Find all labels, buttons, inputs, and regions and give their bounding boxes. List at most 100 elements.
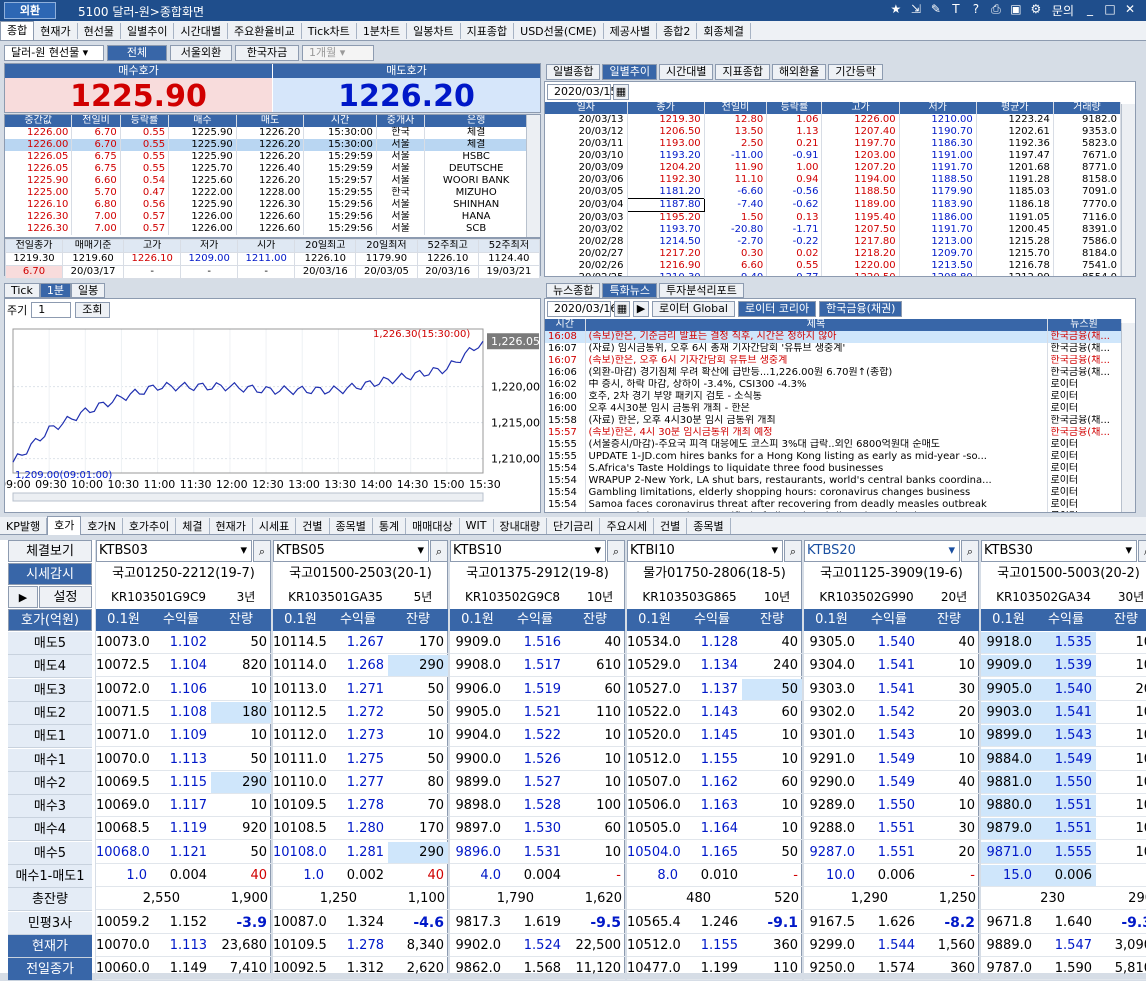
table-row[interactable]: 20/03/09 1204.20 11.90 1.00 1207.20 1191.70 12… xyxy=(545,162,1122,174)
tab-main-6[interactable]: Tick차트 xyxy=(302,22,357,39)
news-source-0[interactable]: 로이터 Global xyxy=(652,301,735,317)
tab-bottom-9[interactable]: 통계 xyxy=(373,517,407,534)
table-row[interactable]: 20/03/05 1181.20 -6.60 -0.56 1188.50 1179.90 1… xyxy=(545,186,1122,199)
news-scrollbar[interactable] xyxy=(1121,323,1135,512)
search-icon[interactable]: ⌕ xyxy=(1138,540,1146,562)
tab-bottom-0[interactable]: KP발행 xyxy=(0,517,48,534)
tab-daily-4[interactable]: 해외환율 xyxy=(771,64,827,80)
tab-bottom-12[interactable]: 장내대량 xyxy=(494,517,547,534)
bond-code-select[interactable]: KTBS20 ▾ xyxy=(804,540,960,562)
calendar-icon[interactable]: ▦ xyxy=(614,301,630,317)
maximize-icon[interactable]: □ xyxy=(1102,2,1118,19)
next-icon[interactable]: ▶ xyxy=(633,301,649,317)
tab-main-2[interactable]: 현선물 xyxy=(78,22,121,39)
inquiry-link[interactable]: 문의 xyxy=(1048,2,1078,19)
news-row[interactable]: 16:08 (속보)한은, 기준금리 발표는 결정 직후, 시간은 정하지 않아 한… xyxy=(545,331,1122,343)
tab-bottom-6[interactable]: 시세표 xyxy=(253,517,297,534)
news-row[interactable]: 16:00 호주, 2차 경기 부양 패키지 검토 - 소식통 로이터 xyxy=(545,391,1122,403)
tab-main-13[interactable]: 회종체결 xyxy=(697,22,751,39)
table-row[interactable]: 1226.05 6.75 0.55 1225.70 1226.40 15:29:59 서울 D… xyxy=(5,163,528,175)
table-row[interactable]: 1225.90 6.60 0.54 1225.60 1226.20 15:29:57 서울 W… xyxy=(5,175,528,187)
table-row[interactable]: 20/03/03 1195.20 1.50 0.13 1195.40 1186.00 119… xyxy=(545,211,1122,224)
print-icon[interactable]: ⎙ xyxy=(988,2,1004,19)
price-chart[interactable]: 1,220,001,215,001,210,0009:0009:3010:001… xyxy=(5,321,540,511)
tab-main-8[interactable]: 일봉차트 xyxy=(407,22,461,39)
tab-chart-2[interactable]: 일봉 xyxy=(70,283,106,298)
tab-main-4[interactable]: 시간대별 xyxy=(174,22,228,39)
table-row[interactable]: 1225.00 5.70 0.47 1222.00 1228.00 15:29:55 한국 M… xyxy=(5,187,528,199)
table-row[interactable]: 20/02/26 1216.90 6.60 0.55 1220.00 1213.50 121… xyxy=(545,260,1122,272)
tab-daily-0[interactable]: 일별종합 xyxy=(546,64,601,80)
news-row[interactable]: 15:55 UPDATE 1-JD.com hires banks for a H… xyxy=(545,451,1122,463)
tab-bottom-5[interactable]: 현재가 xyxy=(210,517,253,534)
tab-bottom-10[interactable]: 매매대상 xyxy=(406,517,460,534)
tab-main-0[interactable]: 종합 xyxy=(0,21,35,40)
news-row[interactable]: 15:54 Gambling limitations, elderly shopp… xyxy=(545,487,1122,499)
table-row[interactable]: 1226.00 6.70 0.55 1225.90 1226.20 15:30:00 한국 체… xyxy=(5,127,528,139)
tab-bottom-7[interactable]: 건별 xyxy=(296,517,330,534)
bond-code-select[interactable]: KTBS10 ▾ xyxy=(450,540,606,562)
tab-news-2[interactable]: 투자분석리포트 xyxy=(658,283,744,298)
search-icon[interactable]: ⌕ xyxy=(784,540,802,562)
search-icon[interactable]: ⌕ xyxy=(961,540,979,562)
pin-icon[interactable]: ✎ xyxy=(928,2,944,19)
star-icon[interactable]: ★ xyxy=(888,2,904,19)
help-icon[interactable]: ? xyxy=(968,2,984,19)
daily-scrollbar[interactable] xyxy=(1121,104,1135,276)
bond-code-select[interactable]: KTBS05 ▾ xyxy=(273,540,429,562)
link-icon[interactable]: ⇲ xyxy=(908,2,924,19)
news-row[interactable]: 15:54 Samoa faces coronavirus threat afte… xyxy=(545,499,1122,511)
table-row[interactable]: 20/03/12 1206.50 13.50 1.13 1207.40 1190.70 12… xyxy=(545,126,1122,138)
market-dropdown[interactable]: 달러-원 현선물 ▾ xyxy=(4,45,104,61)
tab-bottom-15[interactable]: 건별 xyxy=(654,517,688,534)
table-row[interactable]: 20/03/11 1193.00 2.50 0.21 1197.70 1186.30 119… xyxy=(545,138,1122,150)
tab-daily-2[interactable]: 시간대별 xyxy=(658,64,714,80)
query-button[interactable]: 조회 xyxy=(75,302,110,318)
table-row[interactable]: 1226.00 6.70 0.55 1225.90 1226.20 15:30:00 서울 체… xyxy=(5,139,528,151)
tab-news-0[interactable]: 뉴스종합 xyxy=(546,283,601,298)
hoga-header[interactable]: 호가(억원) xyxy=(8,609,92,631)
tab-main-11[interactable]: 제공사별 xyxy=(604,22,658,39)
minimize-icon[interactable]: _ xyxy=(1082,2,1098,19)
search-icon[interactable]: ⌕ xyxy=(607,540,625,562)
news-row[interactable]: 15:58 (자료) 한은, 오후 4시30분 임시 금통위 개최 한국금융(채..… xyxy=(545,415,1122,427)
settings-icon[interactable]: ⚙ xyxy=(1028,2,1044,19)
toggle-all[interactable]: 전체 xyxy=(107,45,167,61)
tab-main-3[interactable]: 일별추이 xyxy=(121,22,175,39)
tab-chart-0[interactable]: Tick xyxy=(4,283,40,298)
news-row[interactable]: 15:54ZTE says it has not been notified o… xyxy=(545,511,1122,512)
table-row[interactable]: 20/03/04 1187.80 -7.40 -0.62 1189.00 1183.90 1… xyxy=(545,198,1122,212)
chart-scrollbar[interactable] xyxy=(12,492,484,502)
tab-bottom-16[interactable]: 종목별 xyxy=(687,517,731,534)
tab-main-10[interactable]: USD선물(CME) xyxy=(514,22,604,39)
news-row[interactable]: 15:54 WRAPUP 2-New York, LA shut bars, re… xyxy=(545,475,1122,487)
tab-bottom-3[interactable]: 호가추이 xyxy=(123,517,177,534)
tab-bottom-11[interactable]: WIT xyxy=(460,519,494,532)
tab-chart-1[interactable]: 1분 xyxy=(39,283,71,298)
table-row[interactable]: 20/03/02 1193.70 -20.80 -1.71 1207.50 1191.70… xyxy=(545,224,1122,236)
tab-daily-1[interactable]: 일별추이 xyxy=(602,64,657,80)
table-row[interactable]: 1226.05 6.75 0.55 1225.90 1226.20 15:29:59 서울 H… xyxy=(5,151,528,163)
period-select[interactable]: 1개월 ▾ xyxy=(302,45,374,61)
news-row[interactable]: 16:07 (속보)한은, 오후 6시 기자간담회 유튜브 생중계 한국금융(채..… xyxy=(545,355,1122,367)
table-row[interactable]: 1226.10 6.80 0.56 1225.90 1226.30 15:29:56 서울 S… xyxy=(5,199,528,211)
news-source-2[interactable]: 한국금융(채권) xyxy=(819,301,903,317)
trade-view-button[interactable]: 체결보기 xyxy=(8,540,92,562)
table-row[interactable]: 20/02/251210.30-9.40-0.771220.501208.801… xyxy=(545,272,1122,276)
tab-main-12[interactable]: 종합2 xyxy=(657,22,698,39)
tab-main-5[interactable]: 주요환율비교 xyxy=(228,22,302,39)
table-row[interactable]: 20/03/06 1192.30 11.10 0.94 1194.00 1188.50 11… xyxy=(545,174,1122,186)
toggle-seoul[interactable]: 서울외환 xyxy=(170,45,232,61)
table-row[interactable]: 20/02/27 1217.20 0.30 0.02 1218.20 1209.70 121… xyxy=(545,248,1122,260)
bond-code-select[interactable]: KTBS03 ▾ xyxy=(96,540,252,562)
news-row[interactable]: 15:57 (속보)한은, 4시 30분 임시금통위 개최 예정 한국금융(채... xyxy=(545,427,1122,439)
search-icon[interactable]: ⌕ xyxy=(430,540,448,562)
play-icon[interactable]: ▶ xyxy=(8,586,38,608)
calendar-icon[interactable]: ▦ xyxy=(613,84,629,100)
tab-bottom-2[interactable]: 호가N xyxy=(81,517,123,534)
search-icon[interactable]: ⌕ xyxy=(253,540,271,562)
news-row[interactable]: 16:00 오후 4시30분 임시 금통위 개최 - 한은 로이터 xyxy=(545,403,1122,415)
tab-bottom-4[interactable]: 체결 xyxy=(176,517,210,534)
news-row[interactable]: 16:07 (자료) 임시금통위, 오후 6시 총재 기자간담회 '유튜브 생중계… xyxy=(545,343,1122,355)
market-badge[interactable]: 외환 xyxy=(4,2,56,19)
